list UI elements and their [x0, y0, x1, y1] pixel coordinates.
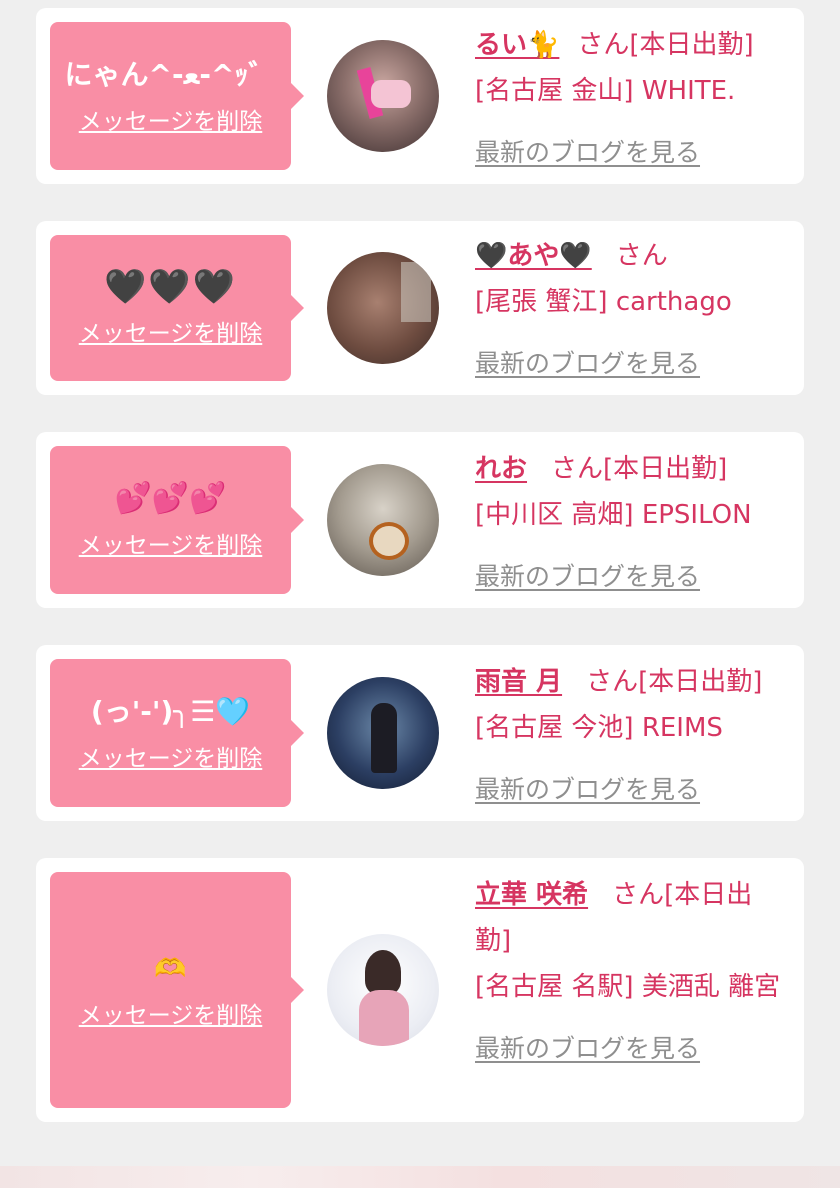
honorific: さん [551, 454, 604, 484]
face-sticker [371, 80, 411, 108]
message-text: にゃん^-ﻌ-^ｯ゛ [64, 58, 277, 91]
girl-info: るい🐈 さん[本日出勤] [名古屋 金山] WHITE. 最新のブログを見る [475, 22, 787, 176]
honorific: さん [615, 241, 668, 271]
girl-name-link[interactable]: 立華 咲希 [475, 880, 588, 910]
message-text: 🫶 [154, 954, 187, 984]
figure-dress [359, 990, 409, 1046]
message-bubble: (っ'-')╮☰🩵 メッセージを削除 [50, 659, 304, 807]
girl-name-link[interactable]: 雨音 月 [475, 667, 562, 697]
delete-message-link[interactable]: メッセージを削除 [79, 739, 263, 773]
girl-info: 🖤あや🖤 さん [尾張 蟹江] carthago 最新のブログを見る [475, 233, 787, 387]
avatar[interactable] [327, 934, 439, 1046]
shop-area: [尾張 蟹江] carthago [475, 287, 732, 317]
avatar[interactable] [327, 252, 439, 364]
shop-area: [名古屋 今池] REIMS [475, 713, 723, 743]
message-text: 💕💕💕 [114, 481, 227, 516]
honorific: さん [577, 30, 630, 60]
blog-link[interactable]: 最新のブログを見る [475, 554, 700, 600]
girl-info: れお さん[本日出勤] [中川区 高畑] EPSILON 最新のブログを見る [475, 446, 787, 600]
footer-banner-edge [0, 1166, 840, 1188]
shop-area: [名古屋 名駅] 美酒乱 離宮 [475, 972, 781, 1002]
delete-message-link[interactable]: メッセージを削除 [79, 996, 263, 1030]
blog-link[interactable]: 最新のブログを見る [475, 130, 700, 176]
figure-hair [365, 950, 401, 994]
attendance-status: [本日出勤] [638, 667, 763, 697]
avatar[interactable] [327, 40, 439, 152]
blog-link[interactable]: 最新のブログを見る [475, 1026, 700, 1072]
honorific: さん [586, 667, 639, 697]
message-card: 🫶 メッセージを削除 立華 咲希 さん[本日出勤] [名古屋 名駅] 美酒乱 離宮… [36, 858, 804, 1122]
message-card: 🖤🖤🖤 メッセージを削除 🖤あや🖤 さん [尾張 蟹江] carthago 最新の… [36, 221, 804, 395]
avatar[interactable] [327, 677, 439, 789]
message-bubble: 🫶 メッセージを削除 [50, 872, 304, 1108]
attendance-status: [本日出勤] [629, 30, 754, 60]
window-light [401, 262, 431, 322]
girl-name-link[interactable]: るい🐈 [475, 30, 559, 60]
message-card: にゃん^-ﻌ-^ｯ゛ メッセージを削除 るい🐈 さん[本日出勤] [名古屋 金山]… [36, 8, 804, 184]
shop-area: [中川区 高畑] EPSILON [475, 500, 752, 530]
attendance-status: [本日出勤] [603, 454, 728, 484]
face-sticker [369, 522, 409, 560]
message-bubble: にゃん^-ﻌ-^ｯ゛ メッセージを削除 [50, 22, 304, 170]
figure [371, 703, 397, 773]
delete-message-link[interactable]: メッセージを削除 [79, 526, 263, 560]
message-bubble: 🖤🖤🖤 メッセージを削除 [50, 235, 304, 381]
girl-info: 立華 咲希 さん[本日出勤] [名古屋 名駅] 美酒乱 離宮 最新のブログを見る [475, 872, 787, 1072]
blog-link[interactable]: 最新のブログを見る [475, 341, 700, 387]
delete-message-link[interactable]: メッセージを削除 [79, 314, 263, 348]
message-card: (っ'-')╮☰🩵 メッセージを削除 雨音 月さん[本日出勤] [名古屋 今池]… [36, 645, 804, 821]
honorific: さん [612, 880, 665, 910]
girl-info: 雨音 月さん[本日出勤] [名古屋 今池] REIMS 最新のブログを見る [475, 659, 787, 813]
girl-name-link[interactable]: れお [475, 454, 527, 484]
message-text: 🖤🖤🖤 [103, 267, 237, 307]
message-text: (っ'-')╮☰🩵 [90, 695, 251, 728]
message-bubble: 💕💕💕 メッセージを削除 [50, 446, 304, 594]
blog-link[interactable]: 最新のブログを見る [475, 767, 700, 813]
delete-message-link[interactable]: メッセージを削除 [79, 102, 263, 136]
avatar[interactable] [327, 464, 439, 576]
girl-name-link[interactable]: 🖤あや🖤 [475, 241, 592, 271]
shop-area: [名古屋 金山] WHITE. [475, 76, 736, 106]
message-card: 💕💕💕 メッセージを削除 れお さん[本日出勤] [中川区 高畑] EPSILON… [36, 432, 804, 608]
